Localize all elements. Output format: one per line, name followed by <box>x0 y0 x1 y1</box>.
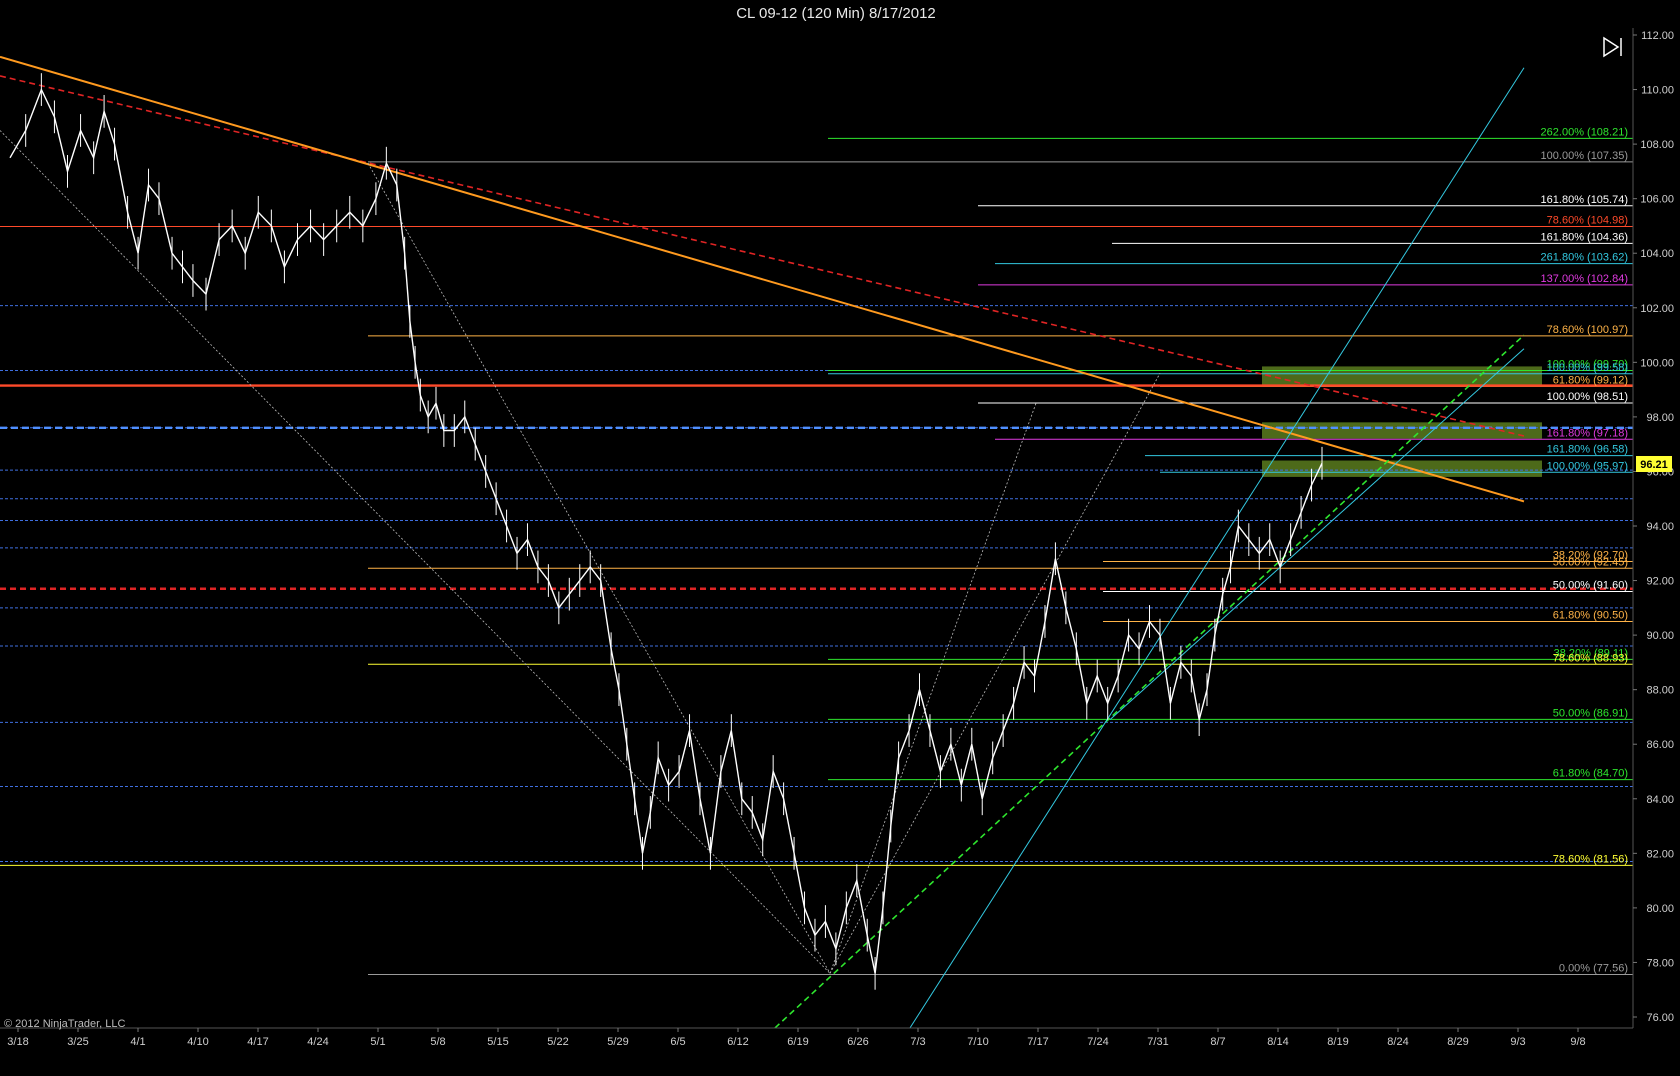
fib-level-label: 78.60% (100.97) <box>1547 324 1628 336</box>
copyright-text: © 2012 NinjaTrader, LLC <box>4 1018 125 1030</box>
y-tick-label: 76.00 <box>1646 1012 1674 1024</box>
y-tick-label: 78.00 <box>1646 957 1674 969</box>
fib-level-label: 50.00% (91.60) <box>1553 579 1628 591</box>
x-tick-label: 6/12 <box>727 1036 748 1048</box>
x-tick-label: 7/17 <box>1027 1036 1048 1048</box>
fib-level-label: 78.60% (104.98) <box>1547 214 1628 226</box>
fib-level-label: 100.00% (107.35) <box>1541 150 1628 162</box>
x-tick-label: 9/8 <box>1570 1036 1585 1048</box>
chart-container: CL 09-12 (120 Min) 8/17/2012 262.00% (10… <box>0 0 1680 1076</box>
fib-level-label: 262.00% (108.21) <box>1541 126 1628 138</box>
x-tick-label: 7/31 <box>1147 1036 1168 1048</box>
x-tick-label: 5/15 <box>487 1036 508 1048</box>
x-tick-label: 5/29 <box>607 1036 628 1048</box>
fib-level-label: 100.00% (95.97) <box>1547 460 1628 472</box>
x-tick-label: 5/8 <box>430 1036 445 1048</box>
y-tick-label: 112.00 <box>1641 30 1674 42</box>
target-zone <box>1262 366 1542 386</box>
fib-level-label: 161.80% (104.36) <box>1541 231 1628 243</box>
fib-level-label: 161.80% (97.18) <box>1547 427 1628 439</box>
y-tick-label: 102.00 <box>1640 303 1674 315</box>
y-tick-label: 94.00 <box>1646 521 1674 533</box>
fib-level-label: 78.60% (88.93) <box>1553 652 1628 664</box>
x-tick-label: 4/1 <box>130 1036 145 1048</box>
x-tick-label: 7/10 <box>967 1036 988 1048</box>
x-tick-label: 8/7 <box>1210 1036 1225 1048</box>
current-price-value: 96.21 <box>1640 459 1668 471</box>
x-tick-label: 6/26 <box>847 1036 868 1048</box>
y-tick-label: 100.00 <box>1640 357 1674 369</box>
x-tick-label: 7/3 <box>910 1036 925 1048</box>
y-tick-label: 90.00 <box>1646 630 1674 642</box>
y-tick-label: 92.00 <box>1646 576 1674 588</box>
y-tick-label: 82.00 <box>1646 848 1674 860</box>
fib-level-label: 261.80% (103.62) <box>1541 252 1628 264</box>
x-tick-label: 3/25 <box>67 1036 88 1048</box>
y-tick-label: 98.00 <box>1646 412 1674 424</box>
x-tick-label: 5/22 <box>547 1036 568 1048</box>
target-zone <box>1262 460 1542 477</box>
y-tick-label: 104.00 <box>1640 248 1674 260</box>
x-tick-label: 7/24 <box>1087 1036 1108 1048</box>
y-tick-label: 80.00 <box>1646 903 1674 915</box>
current-price-tag: 96.21 <box>1636 456 1672 472</box>
x-tick-label: 8/29 <box>1447 1036 1468 1048</box>
fib-level-label: 161.80% (105.74) <box>1541 194 1628 206</box>
x-tick-label: 4/24 <box>307 1036 328 1048</box>
fib-level-label: 50.00% (92.45) <box>1553 556 1628 568</box>
fib-level-label: 61.80% (84.70) <box>1553 768 1628 780</box>
x-tick-label: 3/18 <box>7 1036 28 1048</box>
x-tick-label: 6/19 <box>787 1036 808 1048</box>
x-tick-label: 6/5 <box>670 1036 685 1048</box>
fib-level-label: 61.80% (99.12) <box>1553 374 1628 386</box>
x-tick-label: 8/19 <box>1327 1036 1348 1048</box>
x-tick-label: 4/10 <box>187 1036 208 1048</box>
x-tick-label: 9/3 <box>1510 1036 1525 1048</box>
fib-level-label: 161.80% (96.58) <box>1547 444 1628 456</box>
y-tick-label: 84.00 <box>1646 794 1674 806</box>
fib-level-label: 0.00% (77.56) <box>1559 962 1628 974</box>
y-tick-label: 88.00 <box>1646 685 1674 697</box>
fib-level-label: 137.00% (102.84) <box>1541 273 1628 285</box>
fib-level-label: 50.00% (86.91) <box>1553 707 1628 719</box>
price-chart[interactable]: CL 09-12 (120 Min) 8/17/2012 262.00% (10… <box>0 0 1680 1076</box>
y-tick-label: 110.00 <box>1641 85 1674 97</box>
chart-title: CL 09-12 (120 Min) 8/17/2012 <box>736 5 936 22</box>
fib-level-label: 61.80% (90.50) <box>1553 609 1628 621</box>
y-tick-label: 86.00 <box>1646 739 1674 751</box>
y-tick-label: 106.00 <box>1640 194 1674 206</box>
x-tick-label: 8/14 <box>1267 1036 1288 1048</box>
x-tick-label: 5/1 <box>370 1036 385 1048</box>
fib-level-label: 78.60% (81.56) <box>1553 853 1628 865</box>
y-tick-label: 108.00 <box>1640 139 1674 151</box>
x-tick-label: 4/17 <box>247 1036 268 1048</box>
x-tick-label: 8/24 <box>1387 1036 1408 1048</box>
fib-level-label: 100.00% (99.58) <box>1547 362 1628 374</box>
fib-level-label: 100.00% (98.51) <box>1547 391 1628 403</box>
